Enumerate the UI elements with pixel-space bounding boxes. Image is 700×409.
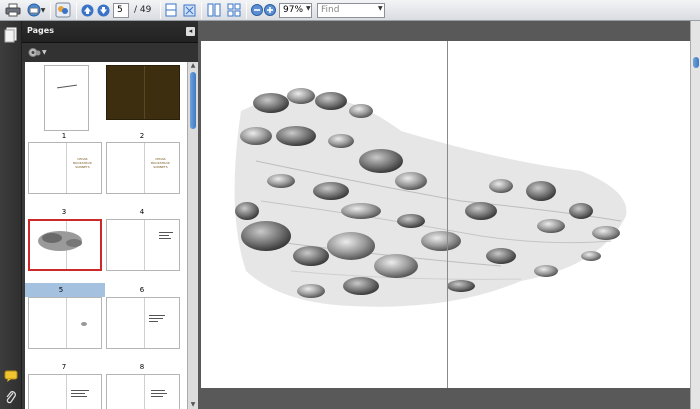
scrollbar-thumb[interactable] [693,57,699,68]
panel-header: Pages ◂ [22,21,198,43]
document-view[interactable] [198,21,697,409]
thumbnail-page-3[interactable]: CEDAR BOOKSTROK SONNETS [28,142,102,194]
two-column-icon [207,3,221,17]
collapse-panel-button[interactable]: ◂ [186,27,195,36]
page-label: 3 [61,208,67,216]
pages-panel-icon [4,27,17,43]
comments-button[interactable] [4,367,18,386]
gear-icon [28,48,41,57]
rocky-river-illustration [234,88,627,307]
page-fold-line [447,41,448,388]
full-screen-icon [183,4,195,16]
find-input[interactable]: Find [317,3,385,18]
full-screen-button[interactable] [182,2,196,18]
page-label: 5 [58,286,64,294]
book-title-mini: CEDAR BOOKSTROK SONNETS [73,157,92,169]
thumbnail-page-1[interactable] [44,65,89,131]
thumbnail-page-5-selected[interactable] [28,219,102,271]
arrow-up-icon [81,4,93,16]
attachment-icon [6,391,16,404]
page-label: 2 [139,132,145,140]
thumbnail-page-9[interactable] [28,374,102,409]
zoom-out-icon [251,4,263,16]
attachments-button[interactable] [5,389,17,408]
panel-title: Pages [27,26,54,35]
page-label: 8 [139,363,145,371]
pages-panel-button[interactable] [4,27,18,47]
page-label: 1 [61,132,67,140]
thumbnail-page-4[interactable]: CEDAR BOOKSTROK SONNETS [106,142,180,194]
document-scrollbar[interactable] [690,21,700,409]
globe-envelope-icon [27,3,41,17]
page-thumbnails: 1 2 CEDAR BOOKSTROK SONNETS CEDAR BOOKSTROK… [25,62,187,409]
previous-page-button[interactable] [80,2,94,18]
rocky-river-mini [38,231,82,251]
arrow-down-icon [97,4,109,16]
print-button[interactable] [4,2,22,18]
chevron-down-icon: ▼ [42,49,47,56]
zoom-in-button[interactable] [264,2,276,18]
selected-page-highlight: 5 [25,283,105,297]
scroll-down-arrow-icon[interactable]: ▼ [188,401,198,409]
thumbnail-page-6[interactable] [106,219,180,271]
printer-icon [5,3,21,17]
zoom-out-button[interactable] [251,2,263,18]
scrolling-mode-button[interactable] [164,2,178,18]
thumbnail-page-2[interactable] [106,65,180,120]
page-label: 6 [139,286,145,294]
zoom-in-icon [264,4,276,16]
toolbar: ▼ 5 / 49 97% ▼ Find ▼ [0,0,700,21]
navigation-pane-strip [0,21,22,409]
next-page-button[interactable] [96,2,110,18]
chevron-down-icon: ▼ [40,6,46,14]
book-title-mini: CEDAR BOOKSTROK SONNETS [151,157,170,169]
email-button[interactable]: ▼ [26,2,46,18]
two-page-view-button[interactable] [226,2,242,18]
page-number-input[interactable]: 5 [113,3,129,18]
page-label: 7 [61,363,67,371]
chevron-down-icon[interactable]: ▼ [306,5,311,12]
thumbnail-page-7[interactable] [28,297,102,349]
page-label: 4 [139,208,145,216]
scrolling-mode-icon [165,3,177,17]
scroll-up-arrow-icon[interactable]: ▲ [188,62,198,70]
grid-view-icon [227,3,241,17]
thumbnail-page-10[interactable] [106,374,180,409]
scrollbar-thumb[interactable] [190,72,196,129]
chevron-down-icon[interactable]: ▼ [378,5,383,12]
single-page-view-button[interactable] [206,2,222,18]
panel-options-bar: ▼ [22,43,198,62]
pages-panel: Pages ◂ ▼ 1 2 CEDAR BOOKSTROK SONNETS CE… [22,21,198,409]
options-button[interactable]: ▼ [28,47,47,58]
page-total: / 49 [134,5,152,15]
thumbnail-scrollbar[interactable]: ▲ ▼ [187,62,198,409]
collaborate-icon [55,2,71,18]
collaborate-button[interactable] [54,2,72,18]
thumbnail-page-8[interactable] [106,297,180,349]
comment-icon [4,370,18,382]
page-spread [201,41,697,388]
